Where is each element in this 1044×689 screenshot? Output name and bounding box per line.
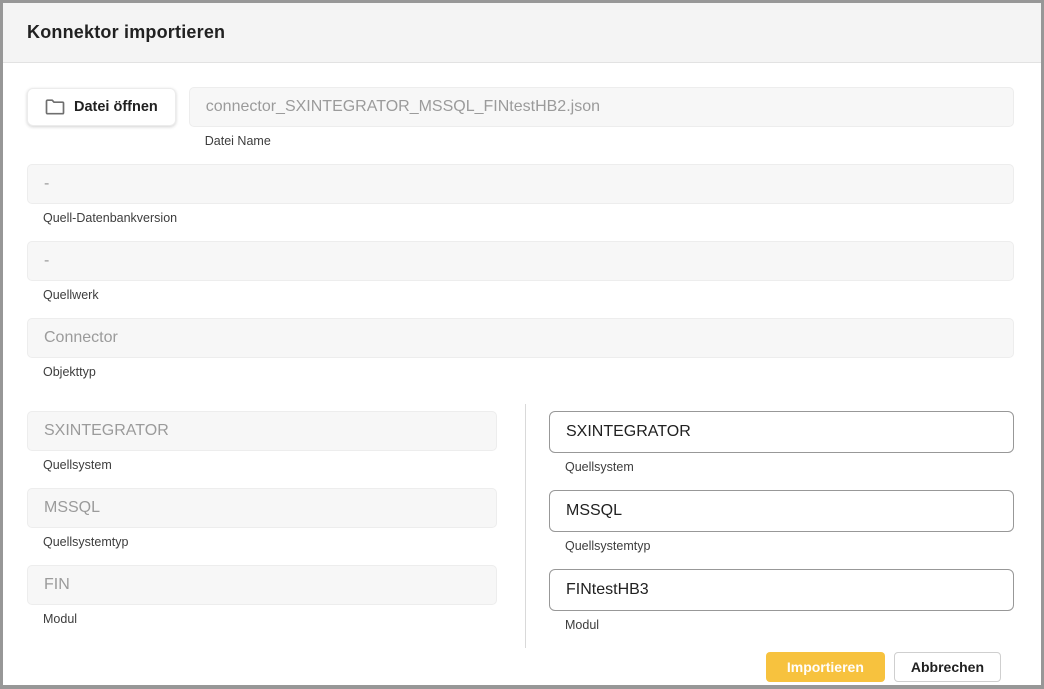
source-system-type-group: MSSQL Quellsystemtyp: [27, 488, 497, 550]
target-module-label: Modul: [565, 618, 1014, 633]
source-system-group: SXINTEGRATOR Quellsystem: [27, 411, 497, 473]
dialog-body: Datei öffnen connector_SXINTEGRATOR_MSSQ…: [3, 63, 1041, 689]
target-column: Quellsystem Quellsystemtyp Modul: [549, 404, 1014, 648]
compare-columns: SXINTEGRATOR Quellsystem MSSQL Quellsyst…: [27, 404, 1014, 648]
source-plant-label: Quellwerk: [43, 288, 1014, 303]
file-name-field: connector_SXINTEGRATOR_MSSQL_FINtestHB2.…: [189, 87, 1014, 127]
source-column: SXINTEGRATOR Quellsystem MSSQL Quellsyst…: [27, 404, 497, 648]
object-type-field: Connector: [27, 318, 1014, 358]
target-system-type-group: Quellsystemtyp: [549, 490, 1014, 554]
source-system-type-label: Quellsystemtyp: [43, 535, 497, 550]
dialog-title: Konnektor importieren: [27, 22, 225, 43]
source-system-label: Quellsystem: [43, 458, 497, 473]
target-module-group: Modul: [549, 569, 1014, 633]
source-plant-field: -: [27, 241, 1014, 281]
target-module-input[interactable]: [549, 569, 1014, 611]
source-module-label: Modul: [43, 612, 497, 627]
object-type-group: Connector Objekttyp: [27, 318, 1014, 380]
open-file-button-label: Datei öffnen: [74, 99, 158, 115]
column-divider: [525, 404, 526, 648]
target-system-label: Quellsystem: [565, 460, 1014, 475]
db-version-group: - Quell-Datenbankversion: [27, 164, 1014, 226]
open-file-button[interactable]: Datei öffnen: [27, 88, 176, 126]
source-system-type-field: MSSQL: [27, 488, 497, 528]
source-module-field: FIN: [27, 565, 497, 605]
object-type-label: Objekttyp: [43, 365, 1014, 380]
source-plant-group: - Quellwerk: [27, 241, 1014, 303]
file-row: Datei öffnen connector_SXINTEGRATOR_MSSQ…: [27, 87, 1014, 164]
target-system-input[interactable]: [549, 411, 1014, 453]
import-connector-dialog: Konnektor importieren Datei öffnen conne…: [0, 0, 1044, 689]
file-name-group: connector_SXINTEGRATOR_MSSQL_FINtestHB2.…: [189, 87, 1014, 149]
file-name-label: Datei Name: [205, 134, 1014, 149]
source-db-version-field: -: [27, 164, 1014, 204]
import-button[interactable]: Importieren: [766, 652, 885, 682]
source-db-version-label: Quell-Datenbankversion: [43, 211, 1014, 226]
source-system-field: SXINTEGRATOR: [27, 411, 497, 451]
cancel-button[interactable]: Abbrechen: [894, 652, 1001, 682]
target-system-type-input[interactable]: [549, 490, 1014, 532]
source-module-group: FIN Modul: [27, 565, 497, 627]
target-system-type-label: Quellsystemtyp: [565, 539, 1014, 554]
dialog-header: Konnektor importieren: [3, 3, 1041, 63]
target-system-group: Quellsystem: [549, 411, 1014, 475]
dialog-footer: Importieren Abbrechen: [27, 648, 1014, 689]
folder-icon: [45, 99, 65, 115]
